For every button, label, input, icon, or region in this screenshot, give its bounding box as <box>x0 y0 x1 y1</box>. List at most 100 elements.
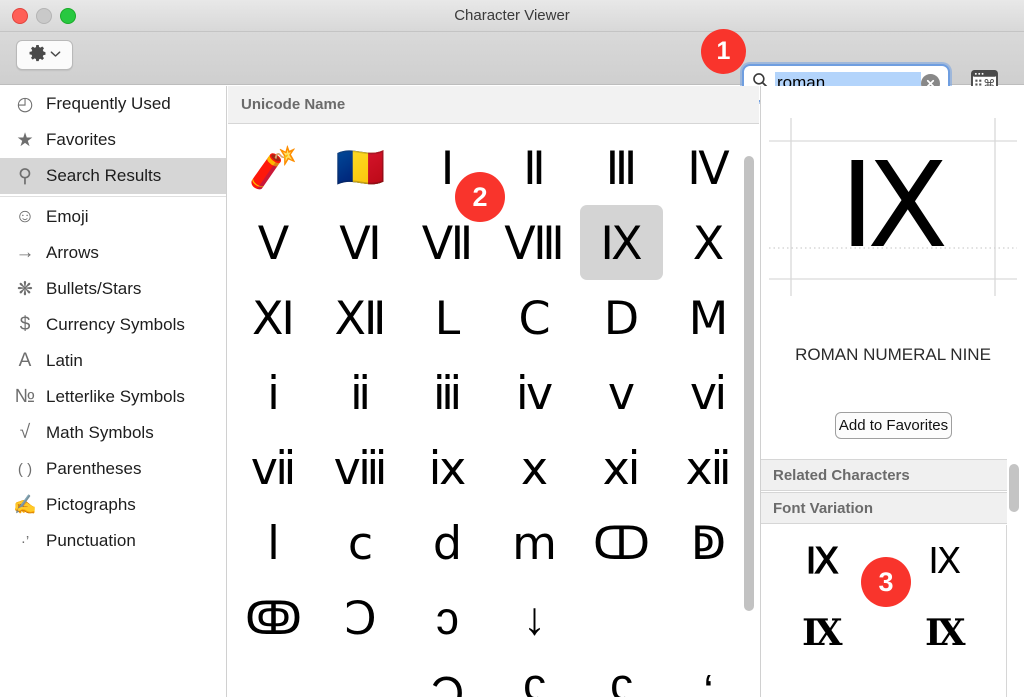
punctuation-icon: ·’ <box>20 532 30 550</box>
sidebar-item-label: Math Symbols <box>46 423 154 442</box>
sidebar-item-arrows[interactable]: → Arrows <box>0 235 226 271</box>
magnifier-icon: ⚲ <box>18 165 32 187</box>
arrow-right-icon: → <box>15 242 35 263</box>
add-to-favorites-button[interactable]: Add to Favorites <box>835 412 952 439</box>
character-cell-roman-numeral-five-hundred[interactable]: Ⅾ <box>580 280 663 355</box>
character-cell-partial-glyph-clipped[interactable]: ʕ <box>493 655 576 697</box>
sidebar-item-label: Punctuation <box>46 531 136 550</box>
character-cell-partial-glyph-clipped[interactable]: Ɔ <box>406 655 489 697</box>
letter-a-icon: A <box>18 350 32 371</box>
character-cell-roman-numeral-one-thousand-cd[interactable]: ↀ <box>580 505 663 580</box>
sidebar-item-frequently-used[interactable]: ◴ Frequently Used <box>0 86 226 122</box>
clock-icon: ◴ <box>16 93 34 115</box>
sidebar-item-latin[interactable]: A Latin <box>0 343 226 379</box>
character-cell-partial-glyph-clipped[interactable]: ʕ <box>580 655 663 697</box>
sidebar-item-label: Letterlike Symbols <box>46 387 185 406</box>
character-cell-roman-numeral-ten[interactable]: Ⅹ <box>667 205 750 280</box>
sidebar-item-parentheses[interactable]: ( ) Parentheses <box>0 451 226 487</box>
character-grid-row: ↂ Ↄↄ ↓ <box>228 580 759 655</box>
character-cell-empty-cell <box>319 655 402 697</box>
character-cell-small-roman-numeral-ten[interactable]: ⅹ <box>493 430 576 505</box>
character-cell-empty-cell <box>667 580 750 655</box>
character-cell-downwards-arrow[interactable]: ↓ <box>493 580 576 655</box>
character-cell-roman-numeral-twelve[interactable]: Ⅻ <box>319 280 402 355</box>
sidebar-item-label: Bullets/Stars <box>46 279 142 298</box>
character-cell-small-roman-numeral-three[interactable]: ⅲ <box>406 355 489 430</box>
gear-menu-button[interactable] <box>16 40 73 70</box>
sidebar-item-punctuation[interactable]: ·’ Punctuation <box>0 523 226 559</box>
sidebar-item-letterlike-symbols[interactable]: № Letterlike Symbols <box>0 379 226 415</box>
sidebar-item-label: Parentheses <box>46 459 142 478</box>
window-title: Character Viewer <box>454 7 570 24</box>
sidebar-item-label: Search Results <box>46 166 162 185</box>
character-cell-small-roman-numeral-five[interactable]: ⅴ <box>580 355 663 430</box>
sidebar-divider <box>0 196 226 197</box>
related-characters-header[interactable]: Related Characters <box>761 459 1007 491</box>
character-cell-firecracker[interactable]: 🧨 <box>232 130 315 205</box>
category-sidebar[interactable]: ◴ Frequently Used ★ Favorites ⚲ Search Result… <box>0 86 227 697</box>
parentheses-icon: ( ) <box>17 460 33 478</box>
character-cell-roman-numeral-five[interactable]: Ⅴ <box>232 205 315 280</box>
character-cell-small-roman-numeral-one[interactable]: ⅰ <box>232 355 315 430</box>
font-variation-header[interactable]: Font Variation <box>761 492 1007 524</box>
sidebar-item-bullets-stars[interactable]: ❋ Bullets/Stars <box>0 271 226 307</box>
character-cell-roman-numeral-three[interactable]: Ⅲ <box>580 130 663 205</box>
character-cell-latin-small-letter-reversed-c[interactable]: ↄ <box>406 580 489 655</box>
character-cell-small-roman-numeral-one-hundred[interactable]: ⅽ <box>319 505 402 580</box>
font-variation-cell-heavy-bold[interactable]: Ⅸ <box>884 597 1007 669</box>
character-cell-small-roman-numeral-one-thousand[interactable]: ⅿ <box>493 505 576 580</box>
character-cell-roman-numeral-one-hundred[interactable]: Ⅽ <box>493 280 576 355</box>
character-cell-small-roman-numeral-five-hundred[interactable]: ⅾ <box>406 505 489 580</box>
sidebar-item-pictographs[interactable]: ✍ Pictographs <box>0 487 226 523</box>
character-cell-roman-numeral-fifty[interactable]: Ⅼ <box>406 280 489 355</box>
sidebar-item-label: Frequently Used <box>46 94 171 113</box>
preview-character-glyph: Ⅸ <box>839 140 948 272</box>
character-cell-roman-numeral-nine[interactable]: Ⅸ <box>580 205 663 280</box>
character-cell-small-roman-numeral-two[interactable]: ⅱ <box>319 355 402 430</box>
star-icon: ★ <box>16 129 34 151</box>
font-variation-cell-slab-bold[interactable]: Ⅸ <box>761 597 884 669</box>
character-cell-roman-numeral-eight[interactable]: Ⅷ <box>493 205 576 280</box>
character-cell-roman-numeral-four[interactable]: Ⅳ <box>667 130 750 205</box>
grid-scrollbar-thumb[interactable] <box>744 156 754 611</box>
sidebar-item-label: Currency Symbols <box>46 315 185 334</box>
character-cell-roman-numeral-five-thousand[interactable]: ↁ <box>667 505 750 580</box>
character-cell-roman-numeral-ten-thousand[interactable]: ↂ <box>232 580 315 655</box>
font-variation-row: ⅨⅨ <box>761 597 1006 669</box>
character-cell-small-roman-numeral-eight[interactable]: ⅷ <box>319 430 402 505</box>
sidebar-item-favorites[interactable]: ★ Favorites <box>0 122 226 158</box>
writing-hand-icon: ✍ <box>13 495 37 516</box>
character-cell-small-roman-numeral-nine[interactable]: ⅸ <box>406 430 489 505</box>
character-cell-empty-cell <box>580 580 663 655</box>
sidebar-item-label: Pictographs <box>46 495 136 514</box>
character-cell-partial-glyph-clipped[interactable]: ʻ <box>667 655 750 697</box>
annotation-badge-3: 3 <box>861 557 911 607</box>
toolbar: roman ⌘ <box>0 32 1024 102</box>
character-cell-small-roman-numeral-twelve[interactable]: ⅻ <box>667 430 750 505</box>
detail-scrollbar[interactable] <box>1009 464 1019 524</box>
gear-icon <box>28 44 47 67</box>
sidebar-item-emoji[interactable]: ☺ Emoji <box>0 199 226 235</box>
character-cell-small-roman-numeral-six[interactable]: ⅵ <box>667 355 750 430</box>
detail-scrollbar-thumb[interactable] <box>1009 464 1019 512</box>
dollar-icon: $ <box>19 314 31 335</box>
character-cell-roman-numeral-six[interactable]: Ⅵ <box>319 205 402 280</box>
asterisk-icon: ❋ <box>17 278 33 300</box>
sidebar-item-math-symbols[interactable]: √ Math Symbols <box>0 415 226 451</box>
character-cell-small-roman-numeral-eleven[interactable]: ⅺ <box>580 430 663 505</box>
grid-column-header[interactable]: Unicode Name <box>228 86 759 124</box>
character-cell-flag-romania[interactable]: 🇷🇴 <box>319 130 402 205</box>
font-variation-list[interactable]: ⅨⅨⅨⅨ <box>761 525 1007 697</box>
sidebar-item-label: Favorites <box>46 130 116 149</box>
character-cell-roman-numeral-one-thousand[interactable]: Ⅿ <box>667 280 750 355</box>
sidebar-item-currency-symbols[interactable]: $ Currency Symbols <box>0 307 226 343</box>
character-cell-small-roman-numeral-four[interactable]: ⅳ <box>493 355 576 430</box>
character-name-label: ROMAN NUMERAL NINE <box>795 345 991 364</box>
character-cell-roman-numeral-two[interactable]: Ⅱ <box>493 130 576 205</box>
character-cell-roman-numeral-reversed-one-hundred[interactable]: Ↄ <box>319 580 402 655</box>
sidebar-item-search-results[interactable]: ⚲ Search Results <box>0 158 226 194</box>
character-cell-roman-numeral-eleven[interactable]: Ⅺ <box>232 280 315 355</box>
character-cell-small-roman-numeral-fifty[interactable]: ⅼ <box>232 505 315 580</box>
character-cell-small-roman-numeral-seven[interactable]: ⅶ <box>232 430 315 505</box>
grid-scrollbar[interactable] <box>744 156 754 611</box>
